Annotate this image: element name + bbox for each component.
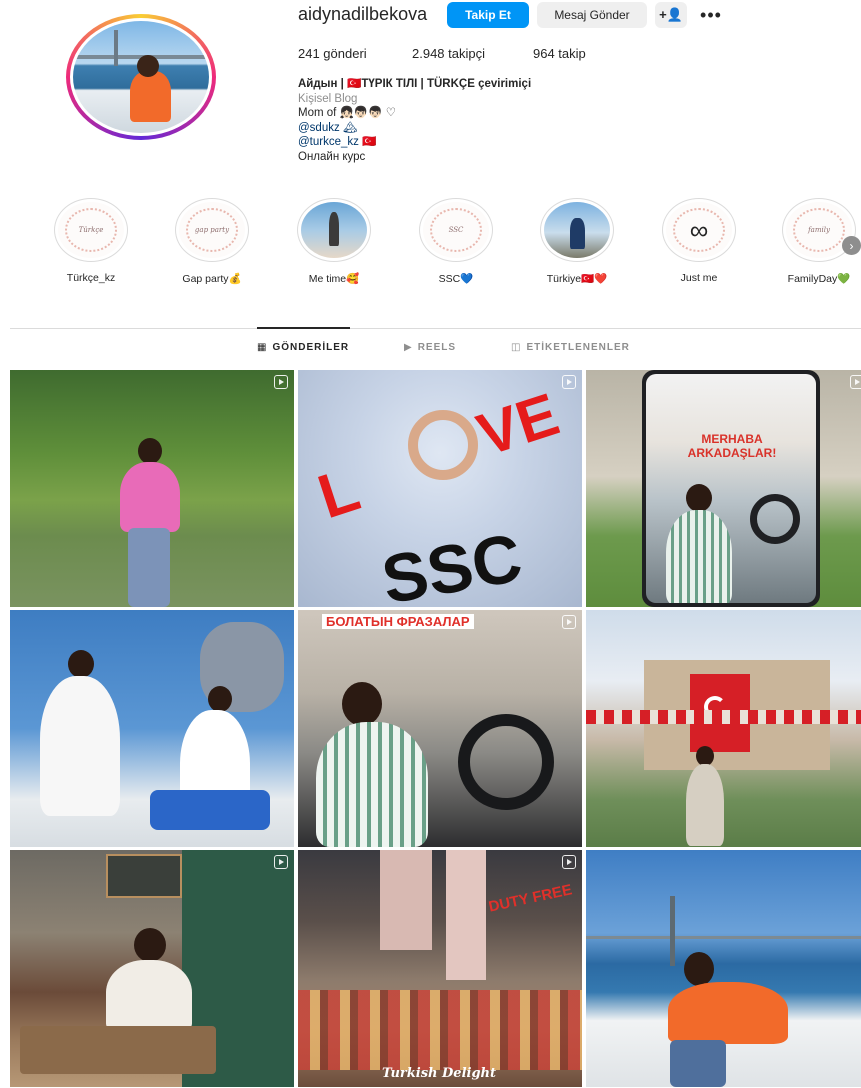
reel-icon [850,375,861,389]
profile-stats: 241 gönderi 2.948 takipçi 964 takip [298,46,633,61]
highlight-cover: ∞ [666,202,732,258]
tab-posts[interactable]: ▦ GÖNDERİLER [257,342,349,353]
bio-name: Айдын | 🇹🇷ТҮРІК ТІЛІ | TÜRKÇE çevirimiçi [298,78,532,90]
highlight-cover [544,202,610,258]
reel-icon [274,855,288,869]
tabs-divider [10,328,861,329]
post-thumbnail[interactable]: L VE SSC [298,370,582,607]
bio-line: Онлайн курс [298,150,366,163]
bio-mention-turkce[interactable]: @turkce_kz 🇹🇷 [298,135,531,150]
more-options-button[interactable]: ••• [697,2,725,28]
highlight-cover: Türkçe [58,202,124,258]
tagged-icon: ◫ [511,342,522,353]
bio-category: Kişisel Blog [298,92,358,105]
highlight-label: Gap party💰 [182,273,242,285]
bio-mention-sdukz[interactable]: @sdukz 🏔 [298,121,531,136]
highlight-label: Me time🥰 [308,273,360,285]
highlight-me-time[interactable]: Me time🥰 [292,198,376,285]
highlight-cover: SSC [423,202,489,258]
chevron-right-icon: › [849,238,854,253]
reel-icon [562,855,576,869]
post-thumbnail[interactable] [10,850,294,1087]
highlight-cover [301,202,367,258]
reel-icon [562,375,576,389]
highlight-gap-party[interactable]: gap party Gap party💰 [170,198,254,285]
post-thumbnail[interactable]: MERHABA ARKADAŞLAR! [586,370,861,607]
tab-tagged[interactable]: ◫ ETİKETLENENLER [511,342,630,353]
followers-count[interactable]: 2.948 takipçi [412,46,533,61]
profile-username: aidynadilbekova [298,4,428,24]
post-thumbnail[interactable]: DUTY FREE Turkish Delight [298,850,582,1087]
highlights-next-button[interactable]: › [842,236,861,255]
highlight-label: Türkçe_kz [66,272,116,284]
highlight-label: SSC💙 [438,273,474,285]
profile-avatar[interactable] [66,14,216,140]
grid-icon: ▦ [257,342,268,353]
post-thumbnail[interactable] [586,610,861,847]
highlight-label: Just me [680,272,718,284]
suggest-users-button[interactable]: +👤 [655,2,687,28]
tab-reels[interactable]: ▶ REELS [404,342,456,353]
highlight-turkce[interactable]: Türkçe Türkçe_kz [49,198,133,284]
post-thumbnail[interactable] [10,370,294,607]
following-count[interactable]: 964 takip [533,46,633,61]
reels-icon: ▶ [404,342,413,353]
avatar-photo [73,21,209,133]
bio-line: Mom of 👧🏻👦🏻👦🏻 ♡ [298,107,396,119]
highlight-label: Türkiye🇹🇷❤️ [546,273,608,285]
highlight-cover: gap party [179,202,245,258]
profile-bio: Айдын | 🇹🇷ТҮРІК ТІЛІ | TÜRKÇE çevirimiçi… [298,77,531,164]
follow-button[interactable]: Takip Et [447,2,529,28]
reel-icon [274,375,288,389]
posts-count: 241 gönderi [298,46,367,61]
post-thumbnail[interactable]: БОЛАТЫН ФРАЗАЛАР [298,610,582,847]
reel-icon [562,615,576,629]
add-user-icon: +👤 [659,7,683,22]
highlight-just-me[interactable]: ∞ Just me [657,198,741,284]
post-thumbnail[interactable] [10,610,294,847]
infinity-icon: ∞ [689,214,709,245]
more-icon: ••• [700,4,722,25]
message-button[interactable]: Mesaj Gönder [537,2,647,28]
highlight-label: FamilyDay💚 [787,273,851,285]
active-tab-indicator [257,327,350,329]
highlight-turkiye[interactable]: Türkiye🇹🇷❤️ [535,198,619,285]
post-thumbnail[interactable] [586,850,861,1087]
highlight-ssc[interactable]: SSC SSC💙 [414,198,498,285]
